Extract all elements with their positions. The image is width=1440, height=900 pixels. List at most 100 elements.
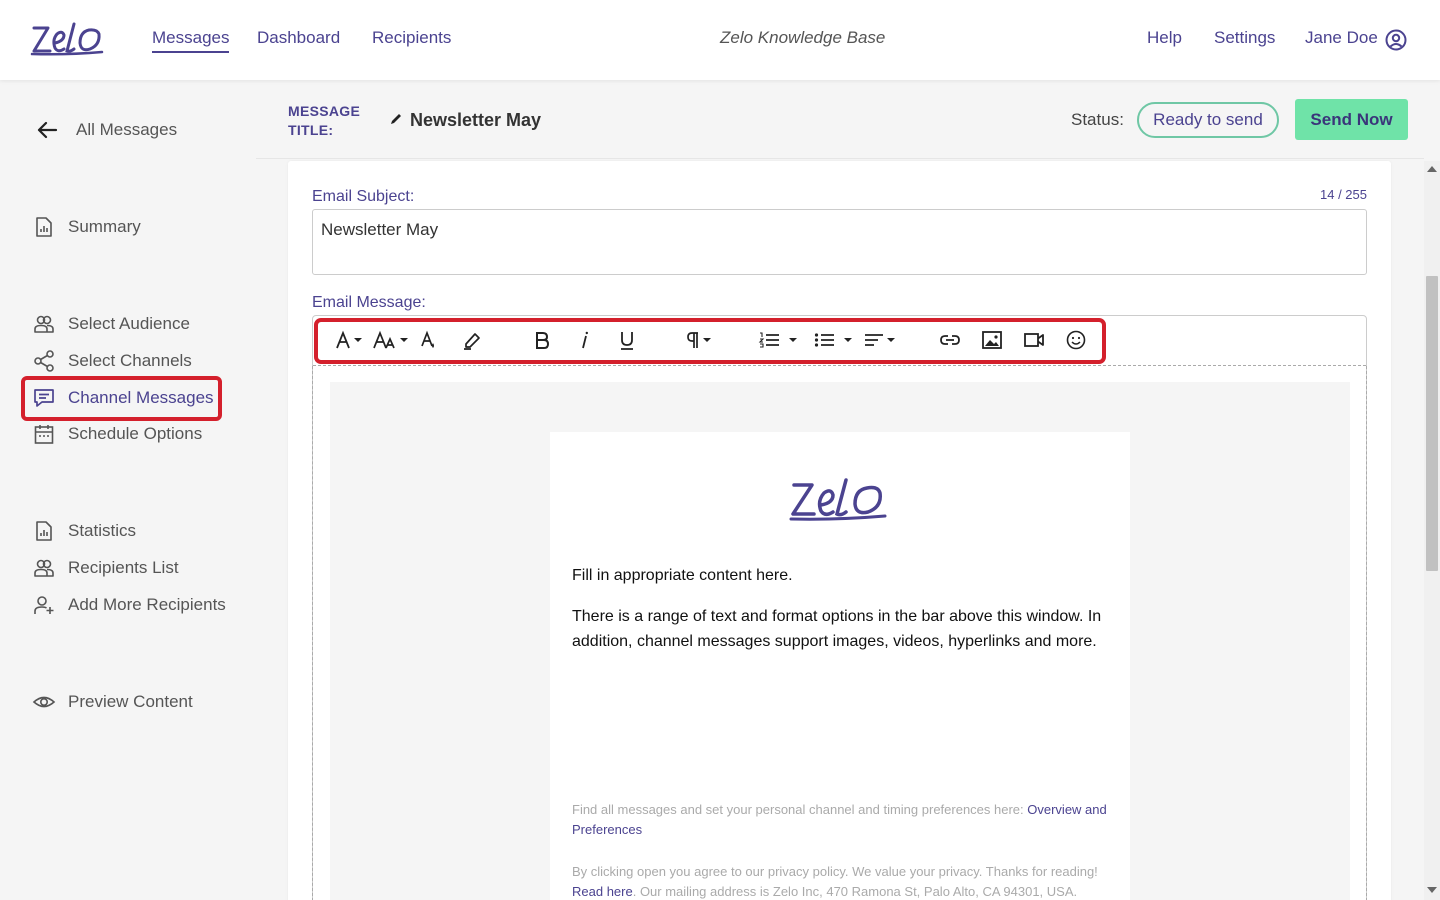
back-to-all-messages[interactable]: All Messages	[36, 118, 177, 142]
insert-link-button[interactable]	[939, 328, 961, 352]
footer-address-text: . Our mailing address is Zelo Inc, 470 R…	[632, 884, 1078, 899]
ordered-list-icon	[758, 332, 779, 348]
email-footer-preferences: Find all messages and set your personal …	[572, 800, 1112, 840]
email-paragraph-2-line-1: There is a range of text and format opti…	[572, 608, 1102, 625]
nav-help[interactable]: Help	[1147, 28, 1182, 48]
user-name[interactable]: Jane Doe	[1305, 28, 1378, 48]
font-family-button[interactable]	[335, 328, 362, 352]
footer-privacy-text: By clicking open you agree to our privac…	[572, 864, 1098, 879]
sidebar-item-schedule-options[interactable]: Schedule Options	[32, 421, 202, 447]
status-label: Status:	[1071, 110, 1124, 129]
nav-recipients[interactable]: Recipients	[372, 28, 451, 48]
font-size-button[interactable]	[373, 328, 408, 352]
font-icon	[336, 330, 350, 349]
footer-preferences-text: Find all messages and set your personal …	[572, 802, 1028, 817]
sidebar-item-label: Channel Messages	[68, 388, 214, 407]
paragraph-icon	[687, 332, 698, 348]
email-paragraph-1[interactable]: Fill in appropriate content here.	[572, 563, 793, 588]
message-title[interactable]: Newsletter May	[410, 110, 541, 131]
link-icon	[940, 335, 960, 345]
text-color-button[interactable]	[421, 328, 439, 352]
italic-button[interactable]	[579, 328, 591, 352]
title-divider	[256, 158, 1424, 159]
sidebar-item-select-channels[interactable]: Select Channels	[32, 348, 192, 374]
scroll-down-arrow-icon[interactable]	[1427, 887, 1437, 893]
user-account-icon[interactable]	[1384, 28, 1408, 52]
italic-icon	[582, 331, 588, 349]
email-paragraph-2[interactable]: There is a range of text and format opti…	[572, 604, 1101, 654]
nav-messages[interactable]: Messages	[152, 28, 230, 53]
share-icon	[34, 350, 54, 372]
underline-button[interactable]	[618, 328, 636, 352]
nav-settings[interactable]: Settings	[1214, 28, 1275, 48]
sidebar-item-select-audience[interactable]: Select Audience	[32, 311, 190, 337]
chevron-down-icon	[400, 338, 408, 342]
message-title-label-line1: MESSAGE	[288, 103, 361, 119]
pencil-icon[interactable]	[389, 112, 403, 126]
arrow-left-icon	[37, 121, 58, 139]
unordered-list-icon	[814, 333, 834, 347]
sidebar-item-label: Add More Recipients	[68, 595, 226, 614]
chevron-down-icon	[887, 338, 895, 342]
sidebar-item-add-more-recipients[interactable]: Add More Recipients	[32, 592, 226, 618]
sidebar-item-channel-messages[interactable]: Channel Messages	[32, 385, 214, 411]
message-title-label-line2: TITLE:	[288, 122, 334, 138]
font-size-icon	[373, 330, 395, 349]
ordered-list-button[interactable]	[758, 328, 797, 352]
sidebar-item-label: Select Audience	[68, 314, 190, 333]
sidebar-item-summary[interactable]: Summary	[32, 214, 141, 240]
message-title-label: MESSAGE TITLE:	[288, 102, 360, 140]
video-icon	[1024, 333, 1044, 347]
sidebar-item-statistics[interactable]: Statistics	[32, 518, 136, 544]
knowledge-base-link[interactable]: Zelo Knowledge Base	[720, 28, 885, 48]
calendar-icon	[34, 425, 54, 444]
bold-button[interactable]	[534, 328, 550, 352]
status-badge: Ready to send	[1137, 102, 1279, 138]
underline-icon	[621, 332, 633, 350]
top-navigation: Messages Dashboard Recipients Zelo Knowl…	[0, 0, 1440, 80]
subject-char-counter: 14 / 255	[1320, 187, 1367, 202]
align-left-icon	[865, 334, 883, 346]
email-paragraph-2-line-2: addition, channel messages support image…	[572, 633, 1097, 650]
image-icon	[982, 331, 1002, 349]
chevron-down-icon	[354, 338, 362, 342]
highlight-button[interactable]	[462, 328, 482, 352]
zelo-email-logo	[789, 478, 887, 521]
emoji-icon	[1066, 330, 1086, 350]
user-plus-icon	[34, 596, 54, 614]
users-icon	[34, 559, 54, 577]
unordered-list-button[interactable]	[813, 328, 852, 352]
report-icon	[36, 217, 52, 237]
sidebar-item-label: Statistics	[68, 521, 137, 540]
sidebar-item-recipients-list[interactable]: Recipients List	[32, 555, 179, 581]
paragraph-format-button[interactable]	[686, 328, 711, 352]
scroll-up-arrow-icon[interactable]	[1427, 166, 1437, 172]
insert-image-button[interactable]	[981, 328, 1003, 352]
email-subject-label: Email Subject:	[312, 188, 415, 205]
sidebar-item-label: Recipients List	[68, 558, 179, 577]
sidebar-item-label: Select Channels	[68, 351, 192, 370]
nav-dashboard[interactable]: Dashboard	[257, 28, 340, 48]
bold-icon	[536, 332, 550, 349]
read-here-link[interactable]: Read here	[572, 884, 633, 899]
email-message-label: Email Message:	[312, 294, 426, 311]
insert-video-button[interactable]	[1023, 328, 1045, 352]
align-button[interactable]	[864, 328, 895, 352]
back-label: All Messages	[76, 120, 178, 139]
scrollbar-thumb[interactable]	[1426, 276, 1438, 571]
sidebar-item-label: Schedule Options	[68, 424, 203, 443]
email-footer-privacy: By clicking open you agree to our privac…	[572, 862, 1112, 900]
zelo-logo[interactable]	[30, 18, 106, 58]
sidebar-item-preview-content[interactable]: Preview Content	[32, 689, 193, 715]
chevron-down-icon	[844, 338, 852, 342]
highlight-icon	[464, 333, 480, 350]
sidebar	[0, 80, 256, 900]
sidebar-item-label: Preview Content	[68, 692, 193, 711]
insert-emoji-button[interactable]	[1065, 328, 1087, 352]
send-now-button[interactable]: Send Now	[1295, 99, 1408, 140]
chevron-down-icon	[789, 338, 797, 342]
chevron-down-icon	[703, 338, 711, 342]
email-subject-input[interactable]: Newsletter May	[312, 209, 1367, 275]
sidebar-item-label: Summary	[68, 217, 141, 236]
text-color-icon	[421, 330, 434, 348]
